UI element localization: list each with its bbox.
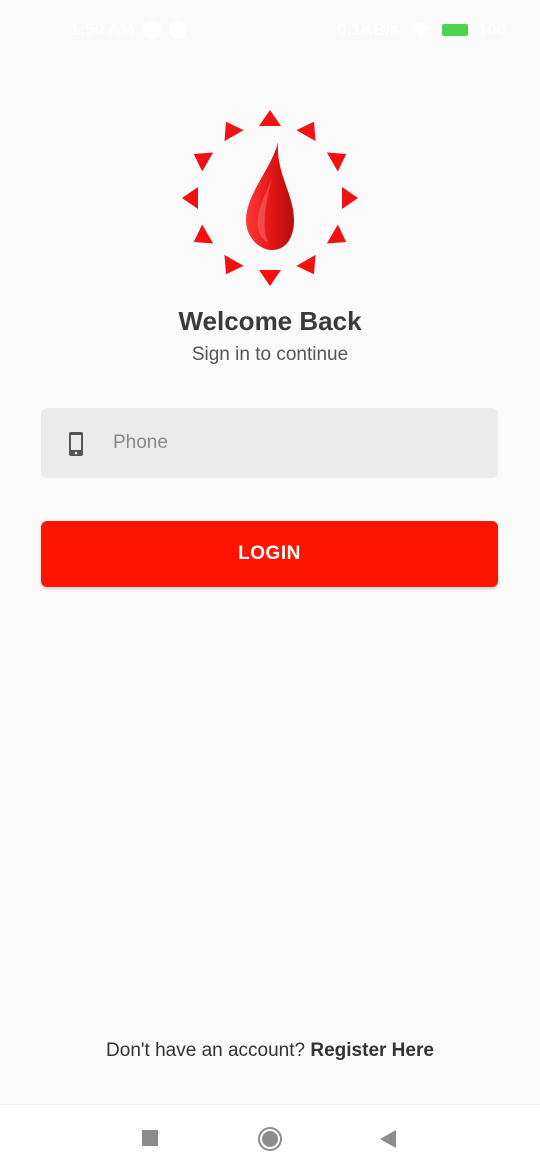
status-right: 0.1KB/s 100 xyxy=(337,20,506,40)
network-speed: 0.1KB/s xyxy=(337,20,400,39)
register-prompt: Don't have an account? xyxy=(106,1040,306,1061)
wifi-icon xyxy=(410,22,432,38)
logo-ray xyxy=(224,254,244,275)
status-time: 1:50 AM xyxy=(70,20,135,39)
blood-drop-logo xyxy=(180,108,360,288)
drop-shape xyxy=(246,142,294,250)
logo-ray xyxy=(326,152,347,172)
phone-input[interactable] xyxy=(113,408,473,478)
logo-ray xyxy=(259,110,281,126)
logo-ray xyxy=(224,121,244,142)
phone-field[interactable] xyxy=(41,408,498,478)
battery-icon xyxy=(441,24,468,36)
status-bar: 1:50 AM 0.1KB/s 100 xyxy=(0,0,540,62)
phone-icon xyxy=(69,432,83,456)
welcome-subtitle: Sign in to continue xyxy=(191,344,349,365)
notification-icon xyxy=(142,21,161,39)
status-left: 1:50 AM xyxy=(70,20,187,40)
logo-ray xyxy=(296,254,316,275)
system-nav-bar xyxy=(0,1104,540,1171)
blood-drop-icon xyxy=(182,110,358,286)
register-line: Don't have an account? Register Here xyxy=(0,1040,540,1062)
logo-ray xyxy=(193,152,214,172)
logo-ray xyxy=(182,187,198,209)
welcome-title: Welcome Back xyxy=(178,306,362,336)
notification-icon xyxy=(168,21,187,39)
square-icon[interactable] xyxy=(142,1130,158,1146)
logo-ray xyxy=(259,270,281,286)
logo-ray xyxy=(342,187,358,209)
logo-ray xyxy=(296,121,316,142)
battery-level: 100 xyxy=(477,20,506,39)
circle-icon[interactable] xyxy=(258,1127,282,1151)
triangle-back-icon[interactable] xyxy=(379,1129,397,1149)
login-button[interactable]: LOGIN xyxy=(41,521,498,587)
logo-ray xyxy=(326,224,347,244)
register-link[interactable]: Register Here xyxy=(310,1040,434,1061)
logo-ray xyxy=(193,224,214,244)
